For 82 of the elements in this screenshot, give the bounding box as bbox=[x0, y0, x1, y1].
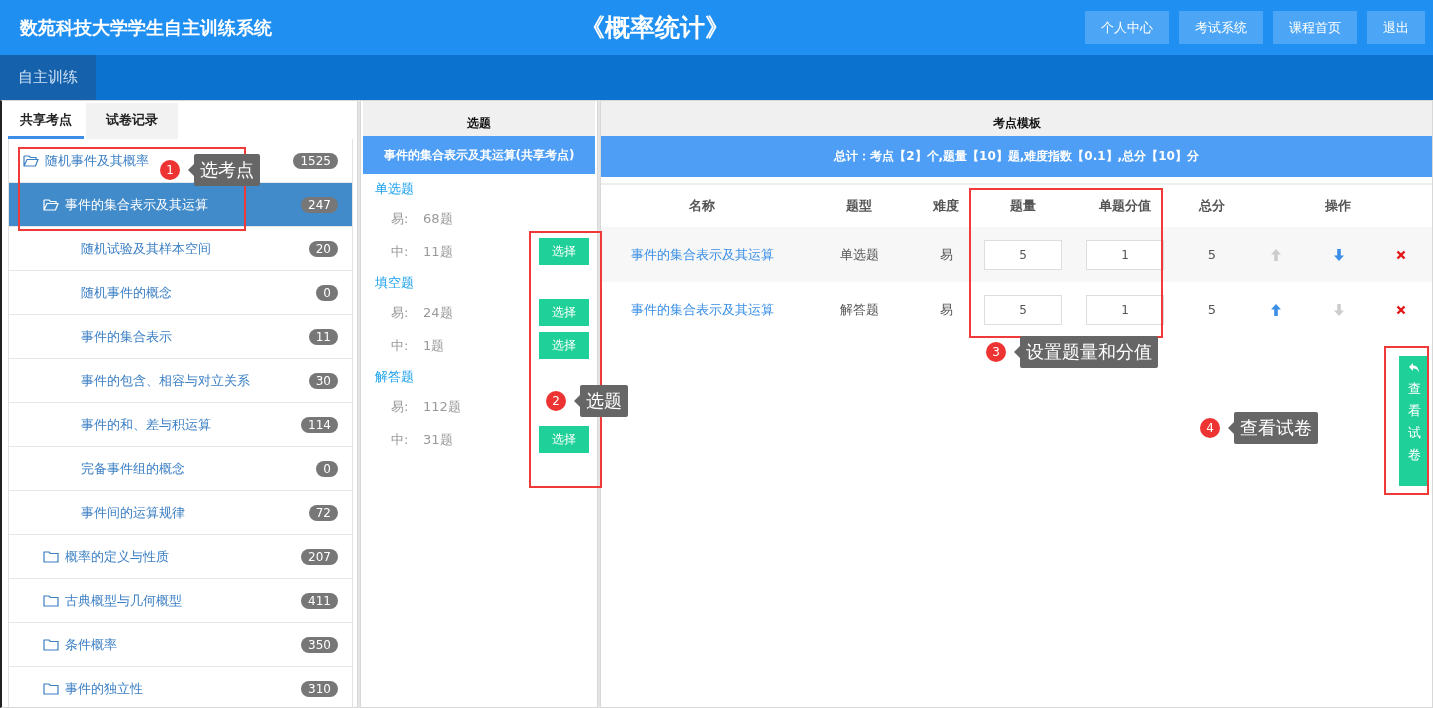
difficulty-label: 易: bbox=[391, 209, 410, 228]
header-button[interactable]: 考试系统 bbox=[1179, 11, 1263, 44]
difficulty-label: 易: bbox=[391, 303, 410, 322]
header-button[interactable]: 个人中心 bbox=[1085, 11, 1169, 44]
callout-label: 选题 bbox=[574, 385, 628, 417]
table-cell: 易 bbox=[915, 282, 977, 337]
count-badge: 114 bbox=[301, 416, 338, 433]
table-cell: 解答题 bbox=[803, 282, 915, 337]
question-type-label: 填空题 bbox=[374, 274, 415, 292]
folder-icon bbox=[43, 638, 59, 651]
table-cell: 5 bbox=[1181, 227, 1243, 282]
pointer-icon bbox=[1014, 346, 1020, 358]
up-arrow-icon[interactable] bbox=[1269, 302, 1282, 317]
tree-item[interactable]: 随机试验及其样本空间 20 bbox=[9, 227, 352, 271]
callout-label: 设置题量和分值 bbox=[1014, 336, 1158, 368]
panel-tab[interactable]: 试卷记录 bbox=[86, 103, 178, 139]
question-type-label: 单选题 bbox=[374, 180, 415, 198]
table-cell: 5 bbox=[1181, 282, 1243, 337]
folder-icon bbox=[43, 594, 59, 607]
difficulty-label: 中: bbox=[391, 430, 410, 449]
count-badge: 20 bbox=[308, 240, 338, 257]
question-count: 1题 bbox=[423, 336, 445, 355]
question-count: 68题 bbox=[423, 209, 453, 228]
difficulty-label: 易: bbox=[391, 397, 410, 416]
question-count: 11题 bbox=[423, 242, 453, 261]
open-folder-icon bbox=[23, 154, 39, 167]
count-badge: 30 bbox=[308, 372, 338, 389]
quantity-input[interactable]: 5 bbox=[984, 239, 1062, 270]
count-badge: 350 bbox=[301, 636, 338, 653]
site-title: 数苑科技大学学生自主训练系统 bbox=[20, 15, 273, 40]
tree-item[interactable]: 事件的包含、相容与对立关系 30 bbox=[9, 359, 352, 403]
header-button[interactable]: 退出 bbox=[1367, 11, 1425, 44]
tree-item[interactable]: 事件的和、差与积运算 114 bbox=[9, 403, 352, 447]
quantity-input[interactable]: 5 bbox=[984, 294, 1062, 325]
tree-item[interactable]: 事件的独立性 310 bbox=[9, 667, 352, 707]
folder-icon bbox=[43, 550, 59, 563]
course-title: 《概率统计》 bbox=[580, 12, 731, 44]
count-badge: 0 bbox=[316, 460, 338, 477]
tree-item[interactable]: 古典概型与几何概型 411 bbox=[9, 579, 352, 623]
delete-icon[interactable] bbox=[1395, 249, 1406, 260]
count-badge: 411 bbox=[301, 592, 338, 609]
tree-item[interactable]: 条件概率 350 bbox=[9, 623, 352, 667]
pointer-icon bbox=[1228, 422, 1234, 434]
callout-label: 查看试卷 bbox=[1228, 412, 1318, 444]
reply-arrow-icon bbox=[1408, 362, 1420, 374]
count-badge: 72 bbox=[308, 504, 338, 521]
open-folder-icon bbox=[43, 198, 59, 211]
topic-banner: 事件的集合表示及其运算(共享考点) bbox=[363, 136, 595, 174]
panel-title: 考点模板 bbox=[601, 101, 1432, 136]
table-cell: 单选题 bbox=[803, 227, 915, 282]
header-button[interactable]: 课程首页 bbox=[1273, 11, 1357, 44]
tree-item[interactable]: 事件的集合表示及其运算 247 bbox=[9, 183, 352, 227]
tree-item[interactable]: 完备事件组的概念 0 bbox=[9, 447, 352, 491]
delete-icon[interactable] bbox=[1395, 304, 1406, 315]
question-count: 112题 bbox=[423, 397, 461, 416]
tree-item[interactable]: 概率的定义与性质 207 bbox=[9, 535, 352, 579]
question-count: 24题 bbox=[423, 303, 453, 322]
score-input[interactable]: 1 bbox=[1086, 239, 1164, 270]
difficulty-label: 中: bbox=[391, 336, 410, 355]
pointer-icon bbox=[574, 395, 580, 407]
difficulty-label: 中: bbox=[391, 242, 410, 261]
down-arrow-icon[interactable] bbox=[1332, 247, 1345, 262]
count-badge: 310 bbox=[301, 680, 338, 697]
question-count: 31题 bbox=[423, 430, 453, 449]
table-cell: 易 bbox=[915, 227, 977, 282]
tree-item[interactable]: 事件的集合表示 11 bbox=[9, 315, 352, 359]
count-badge: 0 bbox=[316, 284, 338, 301]
topic-link[interactable]: 事件的集合表示及其运算 bbox=[630, 301, 774, 317]
tree-item[interactable]: 事件间的运算规律 72 bbox=[9, 491, 352, 535]
pointer-icon bbox=[188, 164, 194, 176]
panel-title: 选题 bbox=[363, 101, 595, 136]
nav-tab[interactable]: 自主训练 bbox=[0, 55, 96, 100]
summary-banner: 总计：考点【2】个,题量【10】题,难度指数【0.1】,总分【10】分 bbox=[601, 136, 1432, 177]
question-type-label: 解答题 bbox=[374, 368, 415, 386]
tree-item[interactable]: 随机事件的概念 0 bbox=[9, 271, 352, 315]
callout-label: 选考点 bbox=[188, 154, 260, 186]
count-badge: 1525 bbox=[293, 152, 338, 169]
count-badge: 247 bbox=[301, 196, 338, 213]
folder-icon bbox=[43, 682, 59, 695]
score-input[interactable]: 1 bbox=[1086, 294, 1164, 325]
count-badge: 207 bbox=[301, 548, 338, 565]
count-badge: 11 bbox=[308, 328, 338, 345]
